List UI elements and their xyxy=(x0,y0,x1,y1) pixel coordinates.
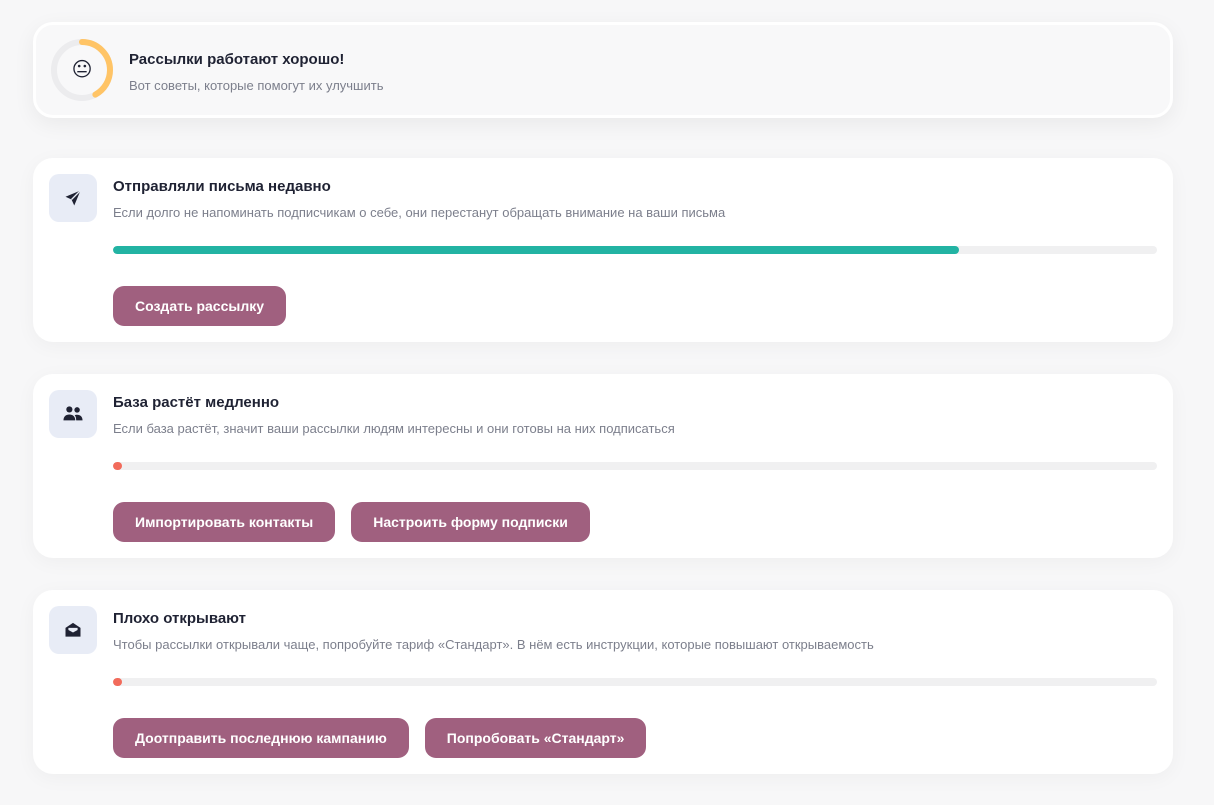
progress-fill xyxy=(113,462,122,470)
resend-last-campaign-button[interactable]: Доотправить последнюю кампанию xyxy=(113,718,409,758)
tip-actions: Импортировать контакты Настроить форму п… xyxy=(113,502,590,542)
tip-card-open-rate: Плохо открывают Чтобы рассылки открывали… xyxy=(33,590,1173,774)
tip-description: Если долго не напоминать подписчикам о с… xyxy=(113,205,726,220)
tip-description: Чтобы рассылки открывали чаще, попробуйт… xyxy=(113,637,874,652)
paper-plane-icon xyxy=(49,174,97,222)
tip-description: Если база растёт, значит ваши рассылки л… xyxy=(113,421,675,436)
progress-fill xyxy=(113,678,122,686)
tip-title: База растёт медленно xyxy=(113,394,280,411)
summary-subtitle: Вот советы, которые помогут их улучшить xyxy=(129,78,384,93)
create-campaign-button[interactable]: Создать рассылку xyxy=(113,286,287,326)
summary-card: 😐 Рассылки работают хорошо! Вот советы, … xyxy=(33,22,1173,118)
users-icon xyxy=(49,390,97,438)
open-envelope-icon xyxy=(49,606,97,654)
progress-fill xyxy=(113,246,959,254)
progress-bar xyxy=(113,462,1157,470)
tip-actions: Создать рассылку xyxy=(113,286,287,326)
tip-actions: Доотправить последнюю кампанию Попробова… xyxy=(113,718,647,758)
setup-subscription-form-button[interactable]: Настроить форму подписки xyxy=(351,502,590,542)
tip-title: Плохо открывают xyxy=(113,610,246,627)
progress-bar xyxy=(113,678,1157,686)
tip-title: Отправляли письма недавно xyxy=(113,178,331,195)
import-contacts-button[interactable]: Импортировать контакты xyxy=(113,502,336,542)
tip-card-base-growth: База растёт медленно Если база растёт, з… xyxy=(33,374,1173,558)
summary-title: Рассылки работают хорошо! xyxy=(129,51,345,68)
tip-card-recent-sending: Отправляли письма недавно Если долго не … xyxy=(33,158,1173,342)
progress-bar xyxy=(113,246,1157,254)
try-standard-plan-button[interactable]: Попробовать «Стандарт» xyxy=(424,718,647,758)
neutral-face-icon: 😐 xyxy=(71,59,93,81)
